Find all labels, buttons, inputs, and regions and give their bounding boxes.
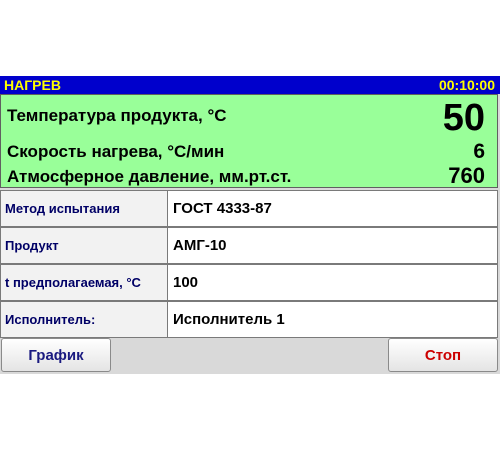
stop-button[interactable]: Стоп <box>388 338 498 372</box>
param-label: Исполнитель: <box>0 301 168 338</box>
atmospheric-pressure-label: Атмосферное давление, мм.рт.ст. <box>7 167 292 186</box>
elapsed-time: 00:10:00 <box>438 77 495 93</box>
expected-temperature-field[interactable]: 100 <box>168 264 498 301</box>
chart-button[interactable]: График <box>1 338 111 372</box>
heating-rate-value: 6 <box>473 140 485 163</box>
heating-screen: НАГРЕВ 00:10:00 Температура продукта, °C… <box>0 76 500 374</box>
mode-title: НАГРЕВ <box>4 77 61 93</box>
heating-rate-label: Скорость нагрева, °C/мин <box>7 142 225 161</box>
param-row-expected-temperature: t предполагаемая, °C 100 <box>0 264 498 301</box>
operator-field[interactable]: Исполнитель 1 <box>168 301 498 338</box>
param-label: Продукт <box>0 227 168 264</box>
product-temperature-label: Температура продукта, °C <box>7 106 227 125</box>
param-row-product: Продукт АМГ-10 <box>0 227 498 264</box>
product-field[interactable]: АМГ-10 <box>168 227 498 264</box>
atmospheric-pressure-value: 760 <box>448 163 485 188</box>
readings-panel: Температура продукта, °C 50 Скорость наг… <box>0 94 498 188</box>
param-label: Метод испытания <box>0 190 168 227</box>
test-method-field[interactable]: ГОСТ 4333-87 <box>168 190 498 227</box>
title-bar: НАГРЕВ 00:10:00 <box>0 76 500 94</box>
param-label: t предполагаемая, °C <box>0 264 168 301</box>
param-row-test-method: Метод испытания ГОСТ 4333-87 <box>0 190 498 227</box>
param-row-operator: Исполнитель: Исполнитель 1 <box>0 301 498 338</box>
product-temperature-value: 50 <box>442 97 485 139</box>
